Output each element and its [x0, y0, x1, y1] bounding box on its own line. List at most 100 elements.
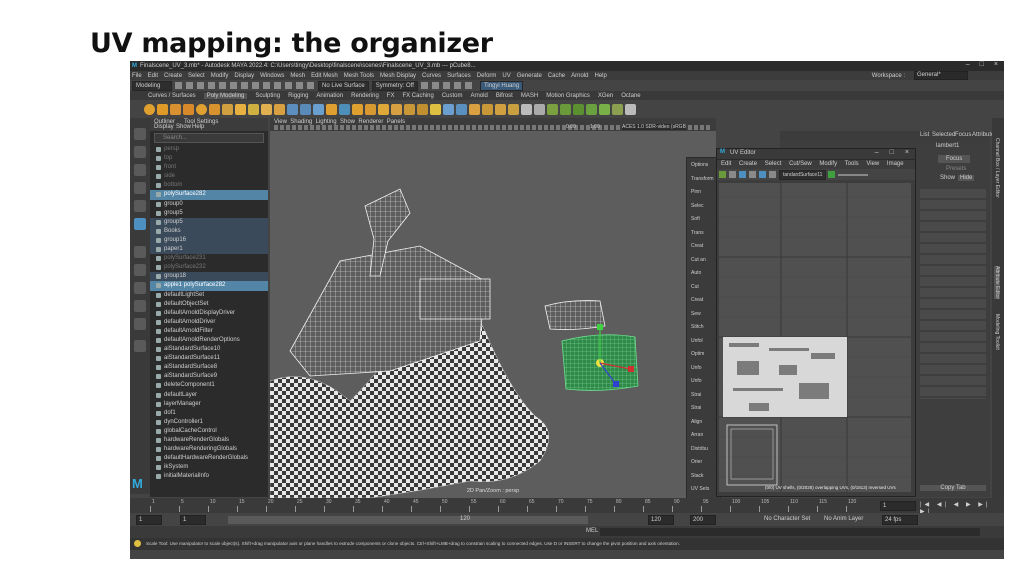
shelf-tab-mash[interactable]: MASH — [521, 93, 538, 99]
attr-menu-focus[interactable]: Focus — [955, 132, 971, 138]
target-weld-icon[interactable] — [443, 103, 454, 115]
scale-tool-icon[interactable] — [134, 218, 146, 230]
uv-menu-modify[interactable]: Modify — [819, 161, 837, 167]
menu-select[interactable]: Select — [188, 73, 205, 79]
wedge-icon[interactable] — [534, 103, 545, 115]
uv-borders-icon[interactable] — [759, 171, 766, 178]
uv-toolkit-item[interactable]: Options — [691, 162, 708, 168]
uv-toolkit-item[interactable]: Stack — [691, 473, 704, 479]
super-shape-icon[interactable] — [235, 103, 246, 115]
boolean-icon[interactable] — [326, 103, 337, 115]
outliner-item[interactable]: aiStandardSurface8 — [150, 363, 268, 372]
copy-tab-button[interactable]: Copy Tab — [920, 485, 986, 491]
side-by-side-view-icon[interactable] — [134, 282, 146, 294]
move-tool-icon[interactable] — [134, 182, 146, 194]
outliner-menu-help[interactable]: Help — [192, 124, 204, 130]
snap-view-icon[interactable] — [296, 82, 303, 89]
undo-icon[interactable] — [208, 82, 215, 89]
edit-edge-flow-icon[interactable] — [482, 103, 493, 115]
outliner-item[interactable]: initialMaterialInfo — [150, 472, 268, 481]
shelf-tab-bifrost[interactable]: Bifrost — [496, 93, 513, 99]
outliner-item[interactable]: deleteComponent1 — [150, 381, 268, 390]
shelf-tab-animation[interactable]: Animation — [316, 93, 343, 99]
snap-grid-icon[interactable] — [263, 82, 270, 89]
shelf-tab-sculpting[interactable]: Sculpting — [255, 93, 280, 99]
poly-cube-icon[interactable] — [157, 103, 168, 115]
shelf-tab-curves-surfaces[interactable]: Curves / Surfaces — [148, 93, 196, 99]
outliner-item[interactable]: paper1 — [150, 245, 268, 255]
shelf-tab-rigging[interactable]: Rigging — [288, 93, 308, 99]
uv-grid-icon[interactable] — [719, 171, 726, 178]
uv-menu-edit[interactable]: Edit — [721, 161, 731, 167]
uv-exposure-slider[interactable] — [838, 173, 869, 176]
anim-layer-dropdown[interactable]: No Anim Layer — [824, 516, 863, 522]
uv-menu-select[interactable]: Select — [765, 161, 782, 167]
uv-toolkit-item[interactable]: Creat — [691, 243, 703, 249]
offset-edge-loop-icon[interactable] — [508, 103, 519, 115]
poly-plane-icon[interactable] — [209, 103, 220, 115]
cylindrical-map-icon[interactable] — [586, 103, 597, 115]
live-surface-field[interactable]: No Live Surface — [318, 80, 369, 91]
shelf-tab-motion-graphics[interactable]: Motion Graphics — [546, 93, 590, 99]
color-space-dropdown[interactable]: ACES 1.0 SDR-video (sRGB — [622, 124, 686, 130]
extrude-icon[interactable] — [352, 103, 363, 115]
quad-draw-icon[interactable] — [469, 103, 480, 115]
outliner-item[interactable]: polySurface231 — [150, 254, 268, 263]
uv-toolkit-item[interactable]: Unfo — [691, 378, 702, 384]
menu-file[interactable]: File — [132, 73, 142, 79]
spherical-map-icon[interactable] — [599, 103, 610, 115]
render-current-icon[interactable] — [420, 82, 428, 89]
outliner-item[interactable]: group0 — [150, 200, 268, 209]
automatic-map-icon[interactable] — [612, 103, 623, 115]
focus-button[interactable]: Focus — [938, 155, 971, 163]
outliner-item[interactable]: apple1 polySurface282 — [150, 281, 268, 291]
sweep-mesh-icon[interactable] — [248, 103, 259, 115]
uv-toolkit-item[interactable]: Strai — [691, 392, 701, 398]
render-settings-icon[interactable] — [442, 82, 450, 89]
channel-box-tab[interactable]: Channel Box / Layer Editor — [994, 138, 1000, 198]
3d-viewport[interactable]: 2D Pan/Zoom : persp — [270, 131, 716, 498]
current-frame-field[interactable]: 1 — [880, 501, 916, 511]
range-bar[interactable] — [228, 516, 588, 524]
outliner-menu-show[interactable]: Show — [176, 124, 191, 130]
select-tool-icon[interactable] — [134, 128, 146, 140]
uv-distortion-icon[interactable] — [749, 171, 756, 178]
outliner-item[interactable]: polySurface282 — [150, 190, 268, 200]
gamma-field[interactable]: 1.00 — [590, 124, 600, 130]
new-scene-icon[interactable] — [175, 82, 182, 89]
menu-mesh[interactable]: Mesh — [290, 73, 305, 79]
multi-cut-icon[interactable] — [430, 103, 441, 115]
uv-toolkit-item[interactable]: Creat — [691, 297, 703, 303]
menu-mesh-tools[interactable]: Mesh Tools — [344, 73, 374, 79]
attr-menu-list[interactable]: List — [920, 132, 929, 138]
shelf-tab-octane[interactable]: Octane — [621, 93, 640, 99]
uv-maximize-icon[interactable]: □ — [890, 149, 894, 156]
hypershade-icon[interactable] — [453, 82, 461, 89]
uv-editor-icon[interactable] — [547, 103, 558, 115]
uv-toolkit-item[interactable]: Strai — [691, 405, 701, 411]
append-polygon-icon[interactable] — [417, 103, 428, 115]
uv-toolkit-item[interactable]: Transform — [691, 176, 714, 182]
outliner-item[interactable]: aiStandardSurface11 — [150, 354, 268, 363]
smooth-icon[interactable] — [313, 103, 324, 115]
uv-toolkit-item[interactable]: Stitch — [691, 324, 704, 330]
uv-toolkit-item[interactable]: Align — [691, 419, 702, 425]
outliner-search-input[interactable]: Search... — [154, 133, 264, 143]
character-set-dropdown[interactable]: No Character Set — [764, 516, 810, 522]
arnold-render-view-icon[interactable] — [464, 82, 472, 89]
auto-unwrap-icon[interactable] — [560, 103, 571, 115]
outliner-item[interactable]: aiStandardSurface10 — [150, 345, 268, 354]
lasso-tool-icon[interactable] — [134, 146, 146, 158]
planar-map-icon[interactable] — [573, 103, 584, 115]
fill-hole-icon[interactable] — [404, 103, 415, 115]
outliner-item[interactable]: defaultObjectSet — [150, 300, 268, 309]
mirror-icon[interactable] — [339, 103, 350, 115]
poly-sphere-icon[interactable] — [144, 103, 155, 115]
slide-edge-icon[interactable] — [495, 103, 506, 115]
outliner-item[interactable]: group5 — [150, 217, 268, 227]
select-by-component-icon[interactable] — [252, 82, 259, 89]
search-icon[interactable] — [134, 340, 146, 352]
paint-select-icon[interactable] — [134, 164, 146, 176]
outliner-item[interactable]: defaultArnoldDisplayDriver — [150, 309, 268, 318]
poke-icon[interactable] — [521, 103, 532, 115]
